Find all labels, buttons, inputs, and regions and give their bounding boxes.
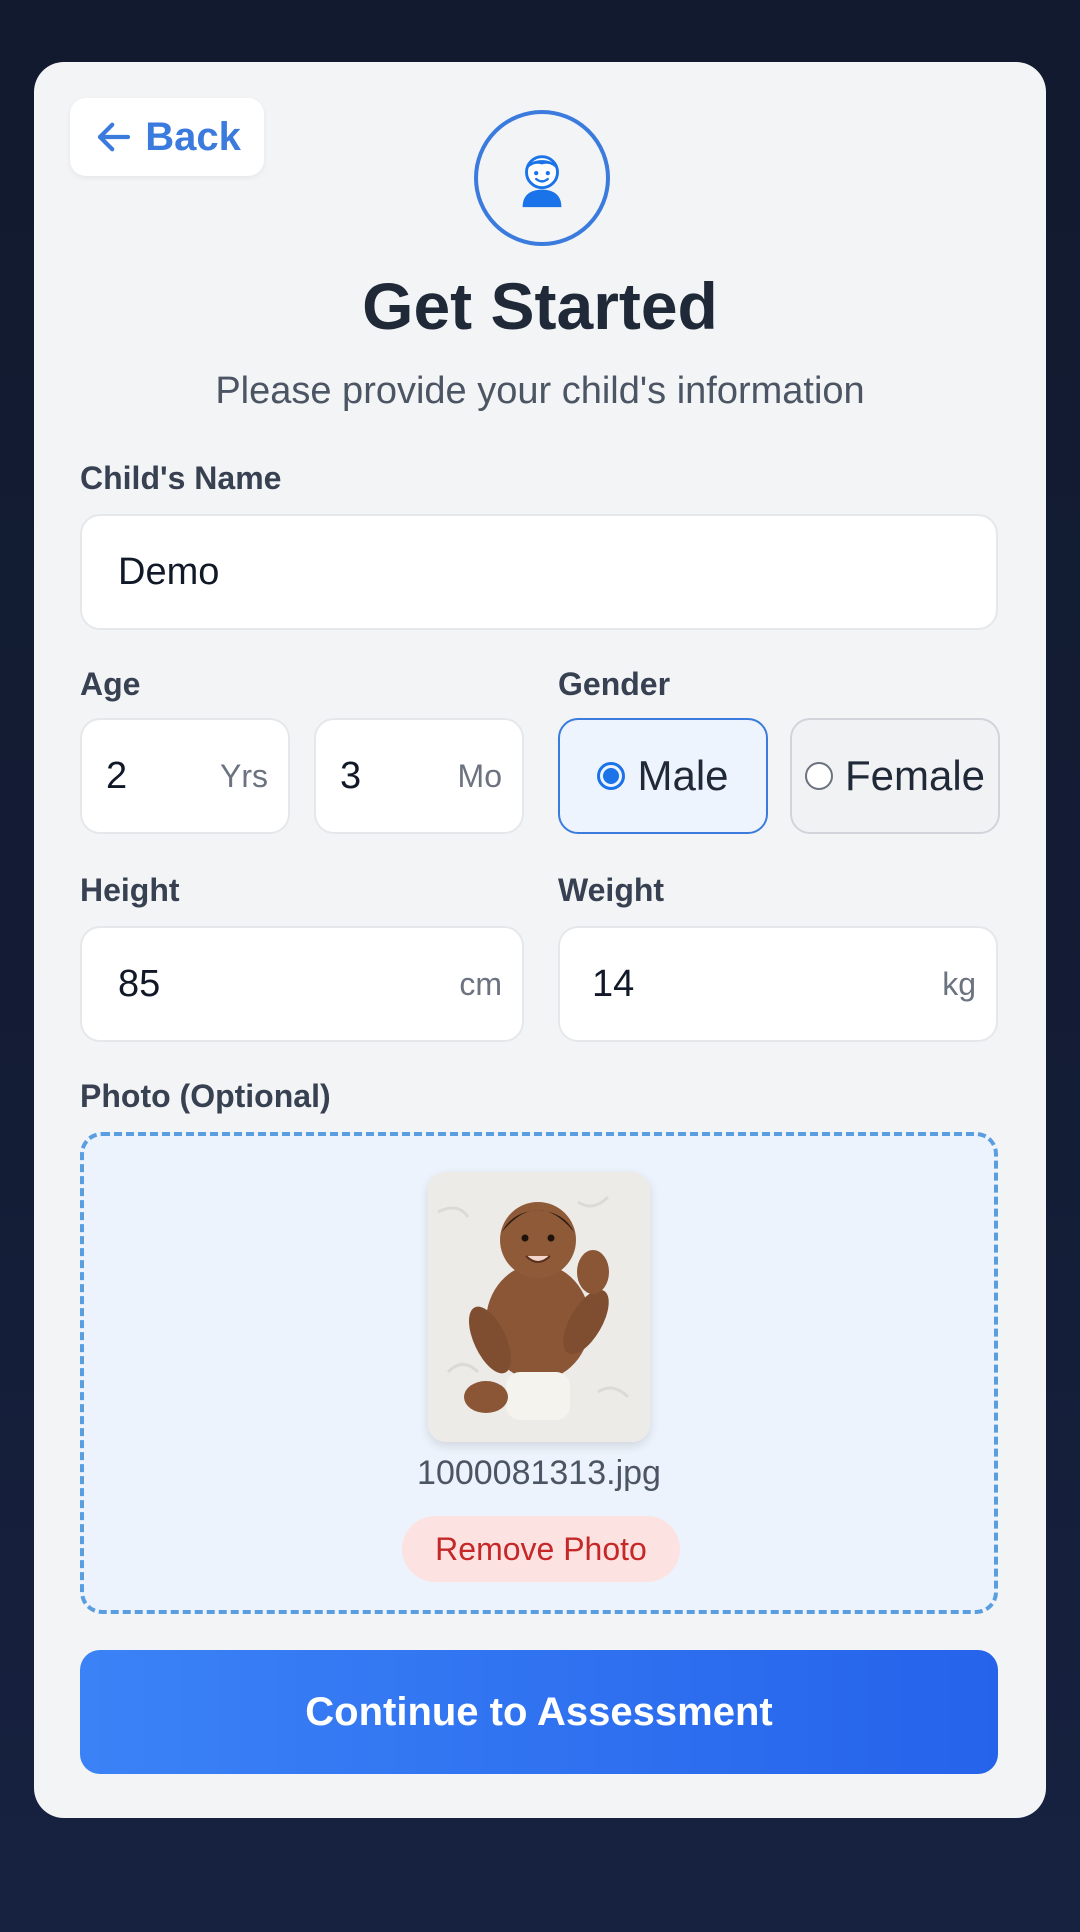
- weight-value: 14: [592, 962, 635, 1005]
- gender-option-female[interactable]: Female: [790, 718, 1000, 834]
- age-months-unit: Mo: [457, 757, 502, 794]
- photo-file-name: 1000081313.jpg: [417, 1454, 661, 1492]
- age-months-value: 3: [340, 754, 362, 797]
- arrow-left-icon: [93, 116, 135, 158]
- photo-upload-zone[interactable]: 1000081313.jpg Remove Photo: [80, 1132, 998, 1614]
- radio-unchecked-icon: [804, 762, 833, 790]
- age-years-value: 2: [106, 754, 128, 797]
- age-label: Age: [80, 666, 141, 702]
- continue-button[interactable]: Continue to Assessment: [80, 1650, 998, 1774]
- child-avatar-icon: [511, 147, 573, 209]
- name-value: Demo: [118, 550, 220, 593]
- age-months-input[interactable]: 3 Mo: [314, 718, 524, 834]
- age-years-input[interactable]: 2 Yrs: [80, 718, 290, 834]
- page-subtitle: Please provide your child's information: [215, 370, 865, 412]
- back-button[interactable]: Back: [70, 98, 264, 176]
- height-unit: cm: [459, 965, 502, 1002]
- photo-label: Photo (Optional): [80, 1078, 331, 1114]
- weight-label: Weight: [558, 872, 665, 908]
- gender-option-male[interactable]: Male: [558, 718, 768, 834]
- back-label: Back: [145, 114, 241, 159]
- radio-checked-icon: [597, 762, 626, 790]
- height-label: Height: [80, 872, 180, 908]
- gender-male-label: Male: [637, 752, 729, 799]
- gender-label: Gender: [558, 666, 671, 702]
- child-avatar: [474, 110, 610, 246]
- height-value: 85: [118, 962, 161, 1005]
- remove-photo-button[interactable]: Remove Photo: [402, 1516, 680, 1582]
- page-title: Get Started: [362, 269, 718, 343]
- name-label: Child's Name: [80, 460, 282, 496]
- age-years-unit: Yrs: [220, 757, 268, 794]
- weight-input[interactable]: 14 kg: [558, 926, 998, 1042]
- name-input[interactable]: Demo: [80, 514, 998, 630]
- weight-unit: kg: [942, 965, 976, 1002]
- gender-female-label: Female: [844, 752, 986, 799]
- photo-preview: [428, 1172, 650, 1442]
- height-input[interactable]: 85 cm: [80, 926, 524, 1042]
- form-card: Back Get Started Please provide your chi…: [34, 62, 1046, 1818]
